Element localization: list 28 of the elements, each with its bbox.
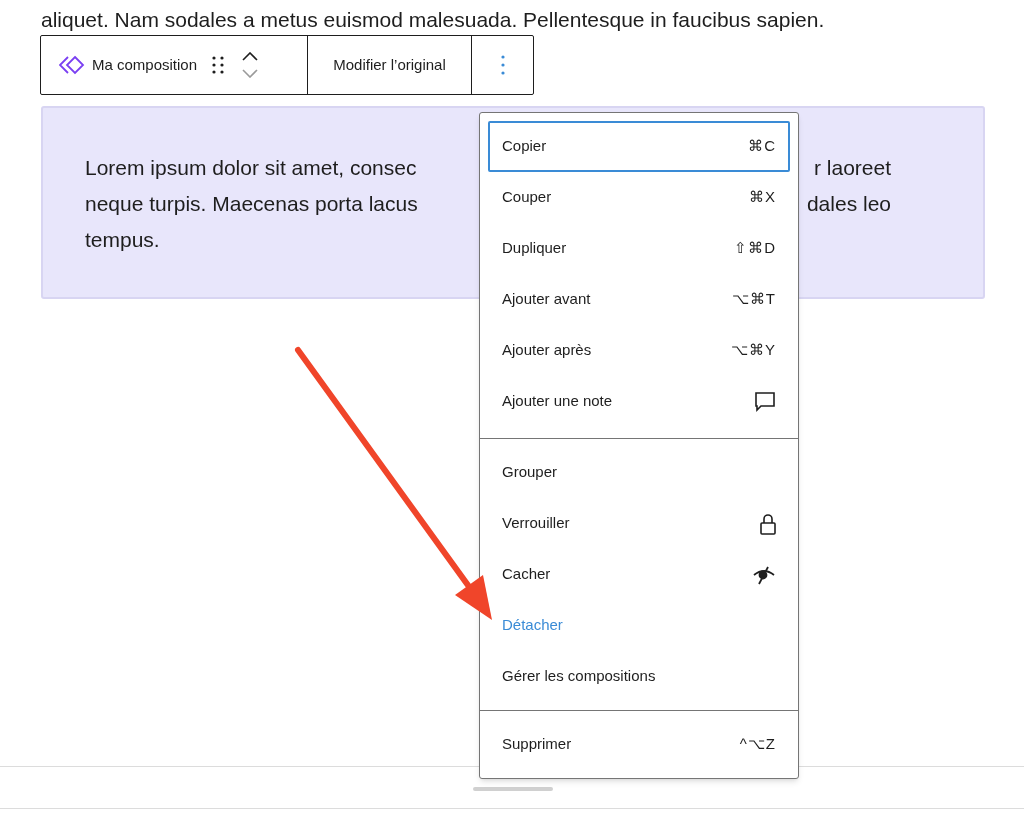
menu-item[interactable]: Gérer les compositions	[488, 651, 790, 702]
drag-handle-icon[interactable]	[212, 56, 225, 74]
comment-icon	[754, 390, 776, 413]
menu-item[interactable]: Grouper	[488, 447, 790, 498]
block-name: Ma composition	[92, 54, 198, 75]
paragraph-text: r laoreet	[813, 155, 891, 182]
menu-item[interactable]: Copier ⌘C	[488, 121, 790, 172]
scrollbar-thumb[interactable]	[473, 787, 553, 791]
options-icon[interactable]	[500, 55, 505, 75]
move-down-icon[interactable]	[242, 69, 259, 78]
menu-item[interactable]: Couper ⌘X	[488, 172, 790, 223]
menu-item[interactable]: Ajouter avant ⌥⌘T	[488, 274, 790, 325]
pattern-icon	[59, 55, 85, 75]
paragraph-text: dales leo	[806, 191, 891, 218]
edit-original-button[interactable]: Modifier l’original	[308, 36, 472, 94]
paragraph-text: tempus.	[85, 227, 160, 254]
paragraph-text: Lorem ipsum dolor sit amet, consec	[85, 155, 417, 182]
paragraph-text: neque turpis. Maecenas porta lacus	[85, 191, 418, 218]
menu-item[interactable]: Dupliquer ⇧⌘D	[488, 223, 790, 274]
menu-item[interactable]: Détacher	[488, 600, 790, 651]
body-text: aliquet. Nam sodales a metus euismod malesuada. Pellentesque in faucibus sapien.	[41, 7, 825, 33]
menu-item[interactable]: Ajouter après ⌥⌘Y	[488, 325, 790, 376]
menu-item[interactable]: Verrouiller	[488, 498, 790, 549]
menu-item[interactable]: Supprimer ^⌥Z	[488, 719, 790, 770]
menu-item[interactable]: Cacher	[488, 549, 790, 600]
move-up-icon[interactable]	[242, 52, 259, 61]
lock-icon	[760, 512, 776, 535]
menu-item[interactable]: Ajouter une note	[488, 376, 790, 427]
